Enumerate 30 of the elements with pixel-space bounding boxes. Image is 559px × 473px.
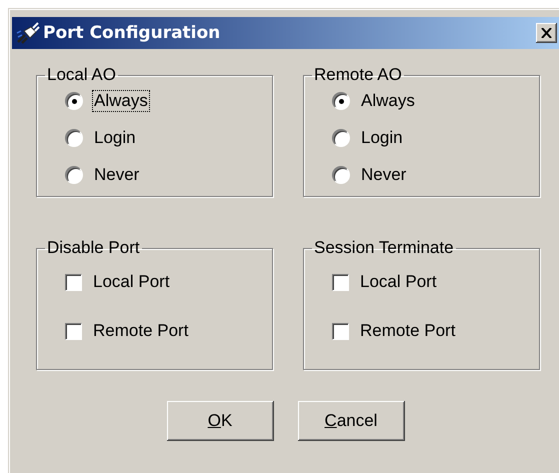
checkbox-label: Local Port	[92, 272, 171, 292]
radio-label: Login	[93, 128, 137, 148]
radio-label: Always	[93, 91, 149, 111]
radio-button[interactable]	[65, 92, 83, 110]
group-title: Remote AO	[313, 65, 403, 85]
checkbox[interactable]	[332, 274, 349, 290]
radio-label: Always	[360, 91, 416, 111]
radio-button[interactable]	[65, 129, 83, 147]
window-title: Port Configuration	[43, 23, 222, 43]
group-title: Local AO	[46, 65, 117, 85]
radio-button[interactable]	[332, 166, 350, 184]
radio-label: Never	[360, 165, 408, 185]
checkbox-label: Remote Port	[92, 321, 190, 341]
checkbox-label: Local Port	[359, 272, 438, 292]
checkbox[interactable]	[332, 322, 349, 340]
radio-label: Login	[360, 128, 404, 148]
group-title: Disable Port	[46, 238, 141, 258]
checkbox-label: Remote Port	[359, 321, 456, 341]
checkbox[interactable]	[65, 274, 82, 290]
ok-button[interactable]: OK	[166, 401, 274, 441]
radio-label: Never	[93, 165, 140, 185]
close-icon	[541, 28, 552, 38]
plug-icon	[16, 22, 40, 44]
close-button[interactable]	[536, 23, 557, 43]
radio-button[interactable]	[332, 92, 350, 110]
checkbox[interactable]	[65, 322, 82, 340]
group-title: Session Terminate	[313, 238, 455, 258]
cancel-button[interactable]: Cancel	[298, 401, 404, 441]
radio-button[interactable]	[65, 166, 83, 184]
radio-button[interactable]	[332, 129, 350, 147]
